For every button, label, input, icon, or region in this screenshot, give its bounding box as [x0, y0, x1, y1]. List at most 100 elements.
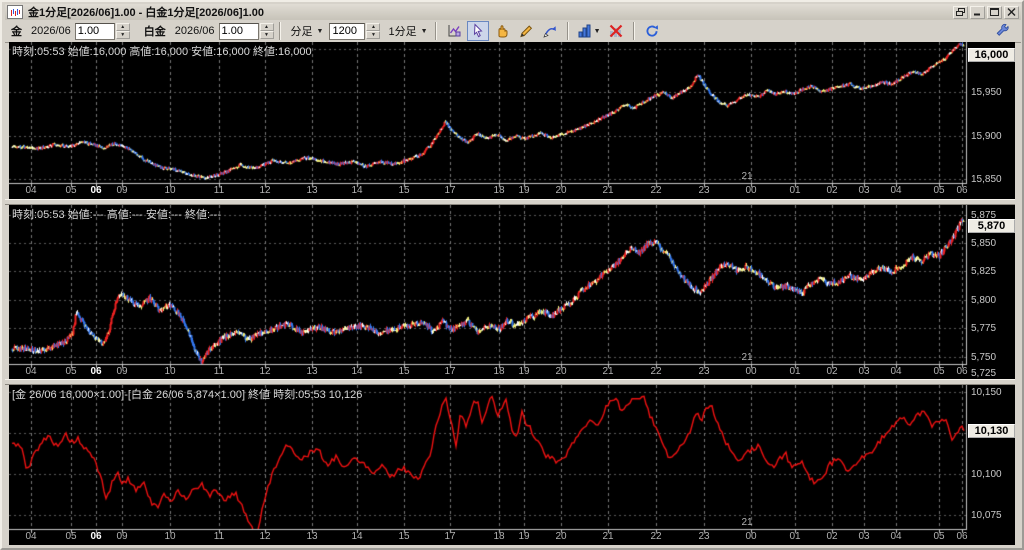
- gold-symbol-label: 金: [11, 26, 22, 38]
- time-axis-label: 22: [650, 366, 662, 377]
- time-axis-label: 12: [259, 366, 271, 377]
- time-axis-label: 20: [555, 366, 567, 377]
- platinum-multiplier-down[interactable]: ▼: [259, 31, 274, 39]
- bar-count-input[interactable]: [329, 22, 366, 40]
- time-axis-label: 05: [933, 366, 945, 377]
- price-axis-label: 5,800: [971, 294, 997, 306]
- chart-settings-button[interactable]: [443, 21, 465, 41]
- time-axis-label: 21: [602, 531, 614, 542]
- bar-count-spinner: ▲▼: [329, 22, 381, 40]
- time-axis-label: 13: [306, 185, 318, 196]
- chart-type-dropdown-button[interactable]: ▼: [575, 21, 603, 41]
- gold-chart-canvas[interactable]: [9, 42, 968, 188]
- bar-count-up[interactable]: ▲: [366, 23, 381, 31]
- time-axis-label: 17: [444, 366, 456, 377]
- time-axis-label: 13: [306, 366, 318, 377]
- refresh-button[interactable]: [641, 21, 663, 41]
- spread-chart-canvas[interactable]: [9, 385, 968, 534]
- time-axis-label: 10: [164, 366, 176, 377]
- draw-tool-button[interactable]: [515, 21, 537, 41]
- refresh-icon: [646, 25, 658, 37]
- time-axis-label: 22: [650, 185, 662, 196]
- time-axis-label: 06: [90, 531, 102, 542]
- time-axis-label: 06: [956, 366, 968, 377]
- time-axis-label: 12: [259, 185, 271, 196]
- time-axis-label: 17: [444, 531, 456, 542]
- time-axis-label: 04: [25, 366, 37, 377]
- window-title: 金1分足[2026/06]1.00 - 白金1分足[2026/06]1.00: [28, 7, 265, 19]
- time-axis-label: 22: [650, 531, 662, 542]
- chevron-down-icon: ▼: [420, 27, 428, 35]
- restore-button[interactable]: [953, 5, 968, 19]
- time-axis-label: 09: [116, 185, 128, 196]
- chevron-down-icon: ▼: [593, 27, 601, 35]
- pencil-icon: [519, 25, 532, 38]
- platinum-multiplier-input[interactable]: [218, 22, 259, 40]
- price-axis-label: 5,775: [971, 323, 997, 335]
- pan-tool-button[interactable]: [491, 21, 513, 41]
- settings-wrench-button[interactable]: [992, 21, 1014, 41]
- time-axis-label: 05: [933, 531, 945, 542]
- toolbar: 金 2026/06 ▲▼ 白金 2026/06 ▲▼ 分足▼ ▲▼ 1分足▼: [5, 20, 1021, 43]
- time-axis-label: 04: [25, 185, 37, 196]
- time-axis-label: 03: [858, 531, 870, 542]
- gold-info-line: 時刻:05:53 始値:16,000 高値:16,000 安値:16,000 終…: [12, 46, 312, 58]
- time-axis-label: 15: [398, 366, 410, 377]
- clear-chart-button[interactable]: [605, 21, 627, 41]
- gold-multiplier-down[interactable]: ▼: [115, 31, 130, 39]
- price-axis-label: 15,850: [971, 174, 1002, 185]
- platinum-chart-canvas[interactable]: [9, 205, 968, 369]
- time-axis: 04 05 06 09 10 11 12 13 14 15 17 18 19 20 21 22 23 00 01 02…: [9, 185, 968, 198]
- time-axis-label: 05: [65, 366, 77, 377]
- time-axis-label: 13: [306, 531, 318, 542]
- current-price-box: 5,870: [968, 219, 1015, 234]
- time-axis-label: 12: [259, 531, 271, 542]
- gold-multiplier-input[interactable]: [74, 22, 115, 40]
- price-axis-label: 10,075: [971, 510, 1002, 521]
- select-tool-button[interactable]: [466, 21, 489, 41]
- bar-type-dropdown[interactable]: 分足 ▼: [289, 22, 326, 40]
- time-axis-label: 11: [213, 366, 225, 377]
- time-axis-label: 10: [164, 531, 176, 542]
- time-axis-label: 19: [518, 366, 530, 377]
- time-axis-label: 06: [956, 185, 968, 196]
- bar-count-down[interactable]: ▼: [366, 31, 381, 39]
- toolbar-divider: [566, 22, 569, 40]
- time-axis-label: 15: [398, 531, 410, 542]
- price-axis-label: 5,750: [971, 351, 997, 363]
- time-axis-label: 00: [745, 185, 757, 196]
- platinum-contract-month: 2026/06: [174, 25, 215, 37]
- time-axis-label: 18: [493, 185, 505, 196]
- cursor-icon: [473, 23, 483, 38]
- chart-panel-spread: [金 26/06 16,000×1.00]-[白金 26/06 5,874×1.…: [9, 385, 1015, 545]
- time-axis-label: 10: [164, 185, 176, 196]
- annotate-tool-button[interactable]: [539, 21, 561, 41]
- interval-dropdown[interactable]: 1分足 ▼: [386, 22, 429, 40]
- time-axis-label: 15: [398, 185, 410, 196]
- close-button[interactable]: [1004, 5, 1019, 19]
- time-axis-label: 01: [789, 366, 801, 377]
- gold-multiplier-spinner: ▲▼: [74, 22, 130, 40]
- time-axis-label: 18: [493, 531, 505, 542]
- time-axis: 04 05 06 09 10 11 12 13 14 15 17 18 19 20 21 22 23 00 01 02…: [9, 531, 968, 544]
- time-axis-label: 06: [90, 185, 102, 196]
- time-axis-label: 05: [65, 531, 77, 542]
- price-axis-label: 5,825: [971, 266, 997, 278]
- time-axis-label: 00: [745, 531, 757, 542]
- gold-multiplier-up[interactable]: ▲: [115, 23, 130, 31]
- current-price-box: 16,000: [968, 47, 1015, 62]
- app-window: 金1分足[2026/06]1.00 - 白金1分足[2026/06]1.00 金…: [0, 0, 1024, 550]
- time-axis-label: 23: [698, 185, 710, 196]
- time-axis-label: 01: [789, 185, 801, 196]
- maximize-button[interactable]: [987, 5, 1002, 19]
- date-marker-label: 21: [741, 352, 753, 363]
- time-axis-label: 02: [826, 185, 838, 196]
- time-axis-label: 18: [493, 366, 505, 377]
- time-axis-label: 19: [518, 531, 530, 542]
- wrench-icon: [996, 23, 1009, 36]
- time-axis-label: 17: [444, 185, 456, 196]
- minimize-button[interactable]: [970, 5, 985, 19]
- time-axis-label: 04: [890, 185, 902, 196]
- platinum-multiplier-up[interactable]: ▲: [259, 23, 274, 31]
- time-axis-label: 02: [826, 366, 838, 377]
